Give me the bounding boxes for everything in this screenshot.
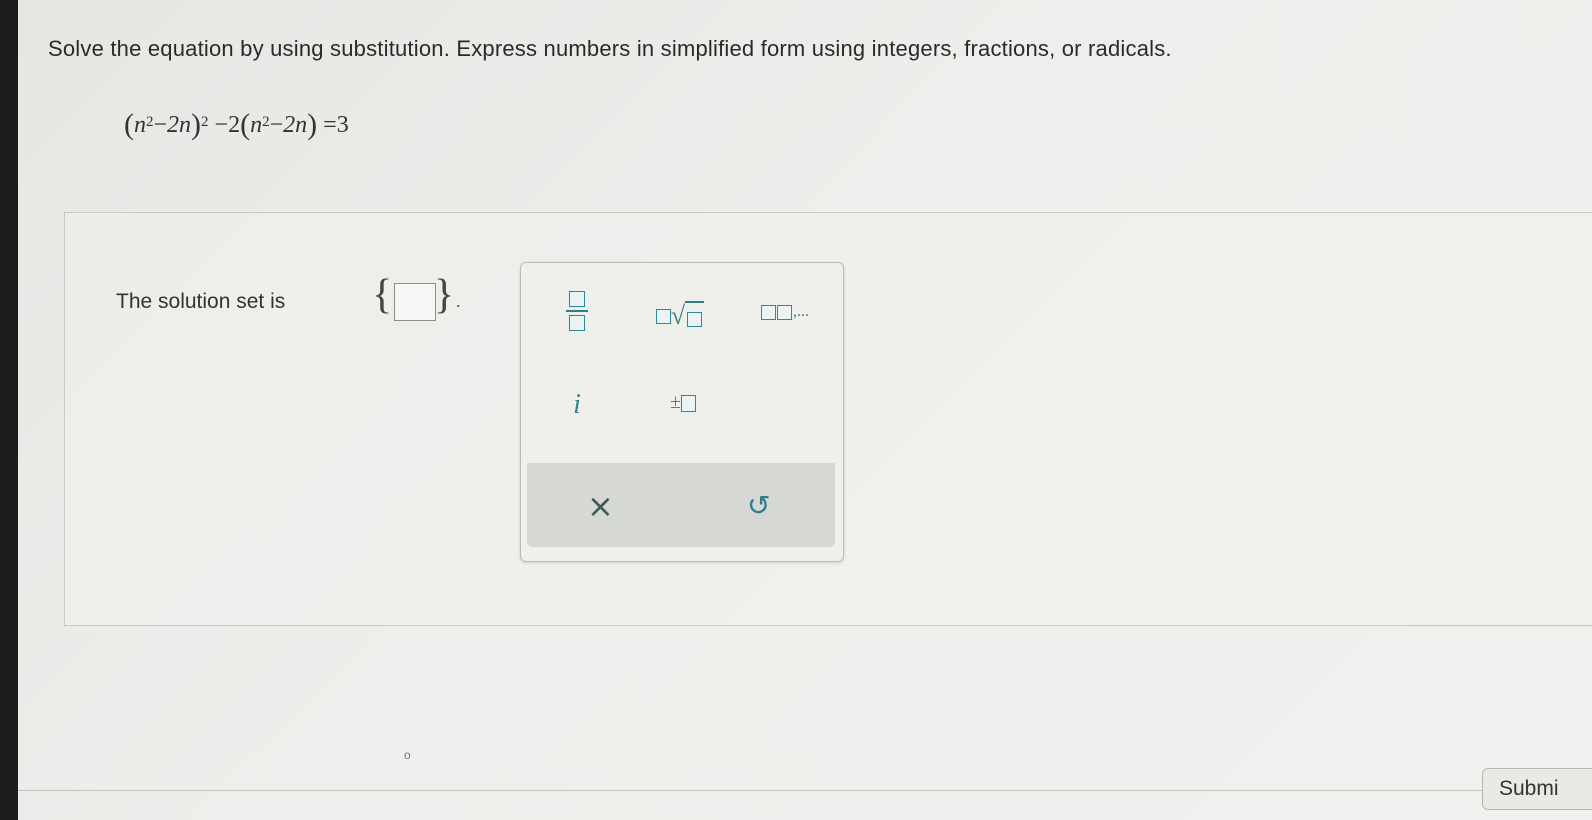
radical-icon: √ bbox=[670, 301, 686, 330]
stray-mark: o bbox=[404, 748, 411, 762]
right-brace: } bbox=[434, 272, 455, 318]
plus-minus-button[interactable]: ± bbox=[653, 391, 713, 423]
plus-minus-icon: ± bbox=[670, 391, 681, 413]
solution-set-input[interactable] bbox=[394, 283, 436, 321]
screen-bezel bbox=[0, 0, 18, 820]
eq-exponent-2: 2 bbox=[262, 114, 270, 130]
eq-outer-exponent: 2 bbox=[201, 114, 209, 130]
eq-rhs: 3 bbox=[336, 112, 349, 138]
equation: (n2−2n)2 −2(n2−2n) =3 bbox=[124, 108, 349, 141]
fraction-button[interactable] bbox=[555, 291, 599, 343]
fraction-bar-icon bbox=[566, 310, 588, 312]
denominator-box-icon bbox=[569, 315, 585, 331]
eq-linear-term: 2n bbox=[167, 112, 192, 138]
palette-footer: × ↺ bbox=[527, 463, 835, 547]
divider bbox=[18, 790, 1592, 791]
plus-minus-box-icon bbox=[680, 394, 696, 412]
question-instructions: Solve the equation by using substitution… bbox=[48, 36, 1172, 61]
eq-exponent: 2 bbox=[146, 114, 154, 130]
numerator-box-icon bbox=[569, 291, 585, 307]
eq-linear-term-2: 2n bbox=[283, 112, 308, 138]
left-brace: { bbox=[372, 272, 393, 318]
list-box-icon bbox=[761, 304, 776, 320]
list-ellipsis: ,... bbox=[793, 303, 809, 320]
list-button[interactable]: ,... bbox=[745, 303, 825, 331]
period: . bbox=[456, 291, 461, 311]
solution-set-label: The solution set is bbox=[116, 290, 286, 313]
math-palette: √ ,... i ± × ↺ bbox=[520, 262, 844, 562]
list-box-icon-2 bbox=[777, 304, 792, 320]
undo-icon[interactable]: ↺ bbox=[747, 489, 770, 522]
eq-variable-2: n bbox=[250, 112, 263, 138]
eq-variable: n bbox=[134, 112, 146, 138]
eq-coefficient: 2 bbox=[228, 112, 241, 138]
solution-set-input-group: { } . bbox=[372, 272, 466, 325]
clear-icon[interactable]: × bbox=[587, 487, 614, 525]
imaginary-unit-button[interactable]: i bbox=[557, 389, 597, 425]
index-box-icon bbox=[655, 308, 671, 324]
submit-button[interactable]: Submi bbox=[1482, 768, 1592, 810]
nth-root-button[interactable]: √ bbox=[645, 301, 715, 331]
radicand-box-icon bbox=[687, 312, 703, 328]
